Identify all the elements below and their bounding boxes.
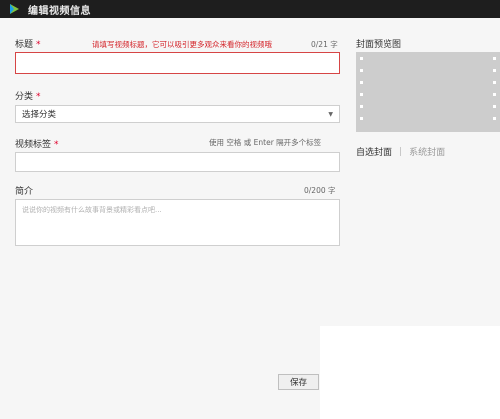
save-button[interactable]: 保存: [278, 374, 319, 390]
title-input[interactable]: [15, 52, 340, 74]
tags-hint: 使用 空格 或 Enter 隔开多个标签: [209, 138, 322, 147]
film-hole: [493, 69, 496, 72]
description-counter: 0/200 字: [304, 186, 336, 195]
title-required-mark: *: [36, 40, 41, 50]
film-hole: [493, 105, 496, 108]
film-hole: [360, 93, 363, 96]
title-label-text: 标题: [15, 40, 34, 50]
cover-preview-image: [356, 52, 500, 132]
film-hole: [360, 105, 363, 108]
film-hole: [493, 57, 496, 60]
blank-area: [320, 326, 500, 419]
film-hole: [360, 81, 363, 84]
film-hole: [493, 117, 496, 120]
caret-down-icon: ▼: [328, 111, 333, 118]
film-hole: [360, 69, 363, 72]
film-hole: [493, 93, 496, 96]
cover-source-switch: 自选封面 | 系统封面: [356, 145, 445, 159]
title-label: 标题 *: [15, 37, 41, 50]
custom-cover-link[interactable]: 自选封面: [356, 145, 392, 158]
film-hole: [360, 57, 363, 60]
play-logo-icon: [8, 3, 20, 15]
title-bar: 编辑视频信息: [0, 0, 500, 18]
description-label: 简介: [15, 187, 34, 197]
category-required-mark: *: [36, 92, 41, 102]
description-textarea[interactable]: 说说你的视频有什么故事背景或精彩看点吧...: [15, 199, 340, 246]
tags-required-mark: *: [54, 140, 59, 150]
tags-input[interactable]: [15, 152, 340, 172]
title-error-hint: 请填写视频标题，它可以吸引更多观众来看你的视频哦: [92, 40, 272, 49]
category-select[interactable]: 选择分类 ▼: [15, 105, 340, 123]
category-label-text: 分类: [15, 92, 34, 102]
tags-label: 视频标签 *: [15, 137, 59, 150]
category-label: 分类 *: [15, 89, 41, 102]
title-counter: 0/21 字: [311, 40, 338, 49]
cover-separator: |: [399, 146, 403, 157]
description-placeholder: 说说你的视频有什么故事背景或精彩看点吧...: [22, 206, 162, 214]
category-selected-value: 选择分类: [22, 110, 57, 120]
window-title: 编辑视频信息: [28, 5, 91, 17]
tags-label-text: 视频标签: [15, 140, 52, 150]
cover-preview-heading: 封面预览图: [356, 40, 402, 50]
film-hole: [360, 117, 363, 120]
system-cover-link[interactable]: 系统封面: [409, 145, 445, 158]
film-hole: [493, 81, 496, 84]
